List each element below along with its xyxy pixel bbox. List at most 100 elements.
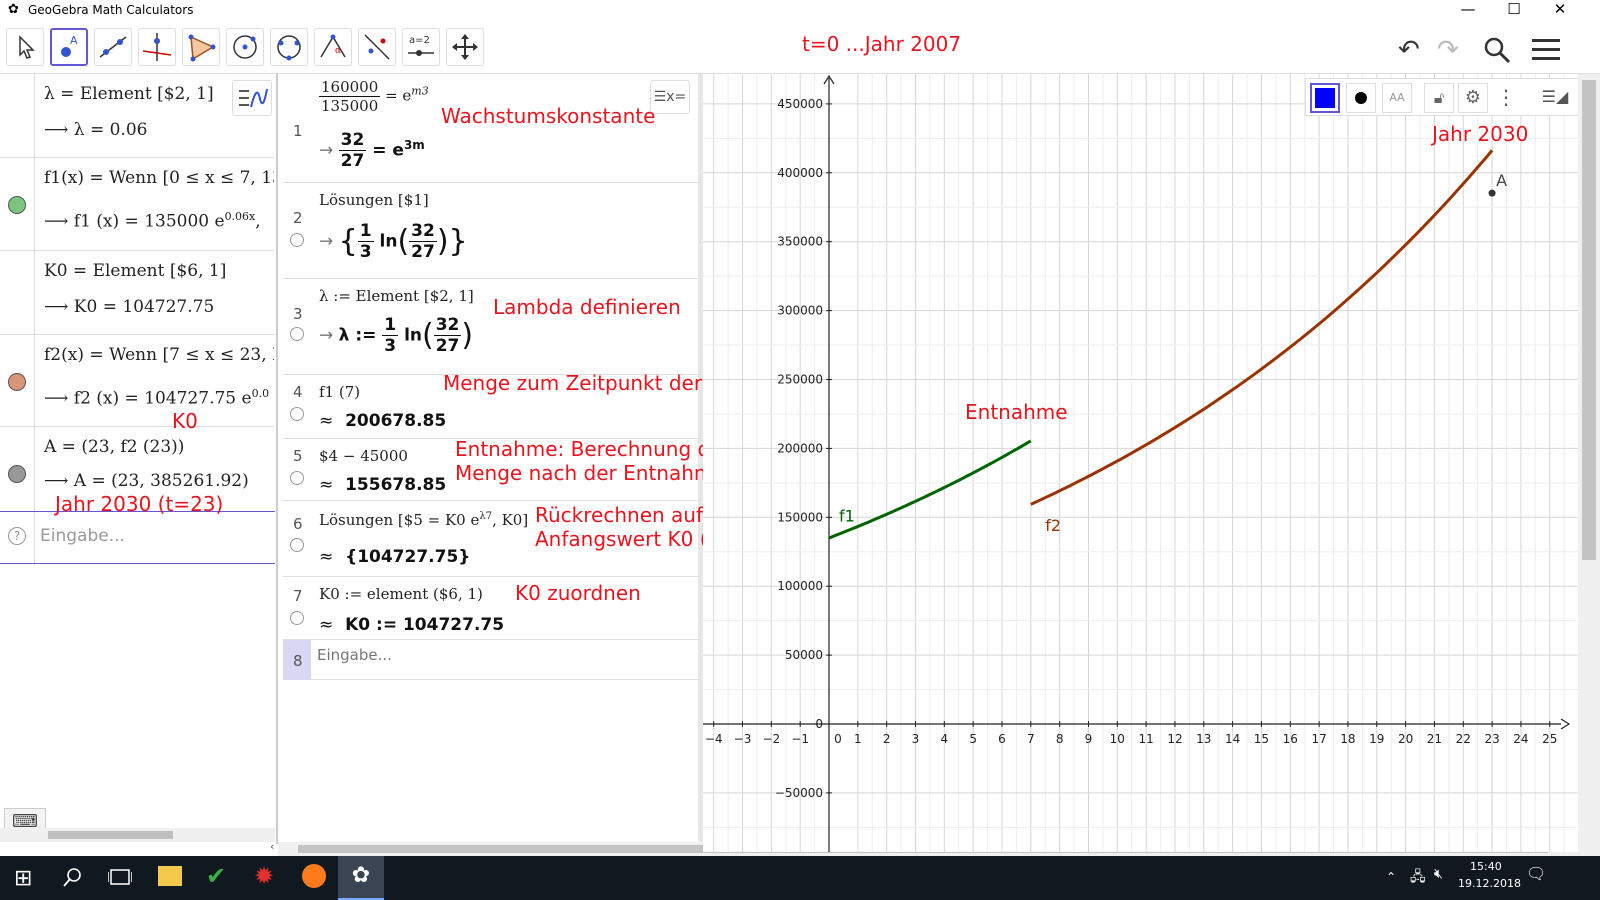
- cas-input[interactable]: f1 (7): [319, 383, 360, 401]
- undo-icon[interactable]: ↶: [1398, 35, 1420, 65]
- cas-input-field[interactable]: Eingabe...: [317, 646, 392, 664]
- game-app-icon[interactable]: ✹: [254, 862, 274, 890]
- cas-row-1[interactable]: 1 160000 135000 = em3 → 32 27 = e3m Wachst…: [283, 74, 698, 183]
- minimize-button[interactable]: —: [1445, 0, 1491, 22]
- algebra-input[interactable]: A = (23, f2 (23)): [44, 437, 184, 457]
- volume-muted-icon[interactable]: 🔇︎: [1434, 866, 1443, 882]
- visibility-toggle[interactable]: [8, 196, 26, 214]
- cas-output: → λ := 13 ln(32 27): [319, 315, 474, 356]
- cas-row-radio[interactable]: [290, 471, 304, 485]
- point-style-button[interactable]: [1346, 83, 1376, 113]
- cas-row-radio[interactable]: [290, 407, 304, 421]
- x-tick-label: 25: [1542, 732, 1557, 746]
- checkmark-app-icon[interactable]: ✔: [206, 862, 226, 890]
- scrollbar-thumb[interactable]: [48, 831, 173, 839]
- point-a-label: A: [1496, 171, 1507, 190]
- help-icon[interactable]: ?: [8, 527, 26, 545]
- circle-three-points-icon[interactable]: [270, 28, 308, 66]
- y-tick-label: −50000: [775, 786, 823, 800]
- cas-row-4[interactable]: 4 f1 (7) ≈ 200678.85 Menge zum Zeitpunkt…: [283, 371, 811, 439]
- circle-tool-icon[interactable]: [226, 28, 264, 66]
- algebra-input[interactable]: f1(x) = Wenn [0 ≤ x ≤ 7, 135: [44, 168, 274, 188]
- maximize-button[interactable]: ☐: [1491, 0, 1537, 22]
- x-tick-label: 24: [1513, 732, 1528, 746]
- y-tick-label: 250000: [777, 373, 823, 387]
- algebra-row-k0[interactable]: K0 = Element [$6, 1] ⟶ K0 = 104727.75: [0, 251, 275, 335]
- x-tick-label: 9: [1085, 732, 1093, 746]
- search-icon[interactable]: [62, 866, 84, 888]
- algebra-input[interactable]: K0 = Element [$6, 1]: [44, 261, 226, 281]
- cas-input[interactable]: 160000 135000 = em3: [319, 78, 429, 115]
- algebra-scrollbar[interactable]: [0, 828, 275, 842]
- firefox-icon[interactable]: [302, 864, 326, 888]
- lambda-annotation: Lambda definieren: [493, 295, 681, 319]
- algebra-row-f2[interactable]: f2(x) = Wenn [7 ≤ x ≤ 23, K ⟶ f2 (x) = 1…: [0, 335, 275, 433]
- visibility-toggle[interactable]: [8, 465, 26, 483]
- x-tick-label: 22: [1456, 732, 1471, 746]
- cas-row-radio[interactable]: [290, 538, 304, 552]
- slider-tool-icon[interactable]: a=2: [402, 28, 440, 66]
- scroll-left-icon[interactable]: ‹: [270, 840, 274, 853]
- point-tool-icon[interactable]: A: [50, 28, 88, 66]
- gear-icon[interactable]: ⚙: [1458, 83, 1488, 113]
- lock-icon[interactable]: 🔓︎: [1424, 83, 1454, 113]
- reflect-tool-icon[interactable]: [358, 28, 396, 66]
- geogebra-taskbar-icon[interactable]: ✿: [338, 856, 384, 900]
- graphics-view[interactable]: −4 −3 −2 −1 0 1 2 3 4 5 6 7 8 9 10 11 12 13 14 15 16 17 18 19 20…: [703, 74, 1578, 852]
- algebra-input[interactable]: f2(x) = Wenn [7 ≤ x ≤ 23, K: [44, 345, 274, 365]
- cas-input[interactable]: Lösungen [$5 = K0 eλ7, K0]: [319, 511, 528, 529]
- cas-input[interactable]: λ := Element [$2, 1]: [319, 287, 474, 305]
- cas-row-radio[interactable]: [290, 611, 304, 625]
- redo-icon[interactable]: ↷: [1437, 35, 1459, 65]
- cas-row-radio[interactable]: [290, 233, 304, 247]
- wachstumskonstante-annotation: Wachstumskonstante: [441, 104, 656, 128]
- vertical-scrollbar[interactable]: [1578, 74, 1600, 856]
- scrollbar-thumb[interactable]: [1582, 80, 1596, 560]
- clock-time[interactable]: 15:40: [1470, 860, 1502, 873]
- cas-input[interactable]: Lösungen [$1]: [319, 191, 429, 209]
- algebra-input-row[interactable]: ? Eingabe...: [0, 512, 275, 564]
- tray-chevron-icon[interactable]: ⌃: [1386, 870, 1396, 884]
- x-tick-label: 7: [1027, 732, 1035, 746]
- file-explorer-icon[interactable]: [158, 866, 182, 886]
- move-graphics-icon[interactable]: [446, 28, 484, 66]
- cas-row-number: 5: [293, 447, 303, 465]
- graph-canvas[interactable]: −4 −3 −2 −1 0 1 2 3 4 5 6 7 8 9 10 11 12 13 14 15 16 17 18 19 20…: [703, 74, 1578, 852]
- cas-row-3[interactable]: 3 λ := Element [$2, 1] → λ := 13 ln(32 27…: [283, 279, 698, 375]
- clock-date[interactable]: 19.12.2018: [1458, 877, 1521, 890]
- cas-row-7[interactable]: 7 K0 := element ($6, 1) ≈ K0 := 104727.7…: [283, 577, 698, 640]
- search-icon[interactable]: [1482, 35, 1512, 65]
- color-button[interactable]: [1310, 83, 1340, 113]
- angle-tool-icon[interactable]: α: [314, 28, 352, 66]
- algebra-input-field[interactable]: Eingabe...: [40, 526, 125, 546]
- label-style-icon[interactable]: AA: [1382, 83, 1412, 113]
- network-icon[interactable]: 🖧︎: [1410, 866, 1426, 890]
- algebra-input[interactable]: λ = Element [$2, 1]: [44, 84, 214, 104]
- cas-row-5[interactable]: 5 $4 − 45000 ≈ 155678.85 Entnahme: Berec…: [283, 437, 731, 501]
- line-tool-icon[interactable]: [94, 28, 132, 66]
- algebra-row-f1[interactable]: f1(x) = Wenn [0 ≤ x ≤ 7, 135 ⟶ f1 (x) = …: [0, 158, 275, 251]
- visibility-toggle[interactable]: [8, 373, 26, 391]
- cas-input[interactable]: K0 := element ($6, 1): [319, 585, 483, 603]
- style-bar: AA 🔓︎ ⚙ ⋮ ☰◢: [1305, 78, 1578, 116]
- menu-icon[interactable]: [1532, 37, 1560, 61]
- x-tick-label: 15: [1254, 732, 1269, 746]
- graphics-style-icon[interactable]: ☰◢: [1538, 83, 1572, 113]
- cas-row-8[interactable]: 8 Eingabe...: [283, 640, 698, 680]
- algebra-cas-divider[interactable]: [276, 74, 278, 844]
- task-view-icon[interactable]: [108, 866, 132, 888]
- algebra-row-lambda[interactable]: λ = Element [$2, 1] ⟶ λ = 0.06: [0, 74, 275, 158]
- more-options-icon[interactable]: ⋮: [1496, 83, 1516, 113]
- windows-start-icon[interactable]: ⊞: [14, 866, 32, 891]
- cas-row-2[interactable]: 2 Lösungen [$1] → {1 3 ln(32 27)}: [283, 183, 698, 279]
- close-button[interactable]: ✕: [1537, 0, 1583, 22]
- polygon-tool-icon[interactable]: [182, 28, 220, 66]
- move-tool-icon[interactable]: [6, 28, 44, 66]
- notification-icon[interactable]: 🗨︎: [1526, 864, 1546, 883]
- cas-row-number: 3: [293, 305, 303, 323]
- perpendicular-tool-icon[interactable]: [138, 28, 176, 66]
- cas-input[interactable]: $4 − 45000: [319, 447, 408, 465]
- cas-row-6[interactable]: 6 Lösungen [$5 = K0 eλ7, K0] ≈ {104727.7…: [283, 501, 812, 577]
- cas-row-radio[interactable]: [290, 327, 304, 341]
- geogebra-logo-icon: ✿: [8, 2, 19, 17]
